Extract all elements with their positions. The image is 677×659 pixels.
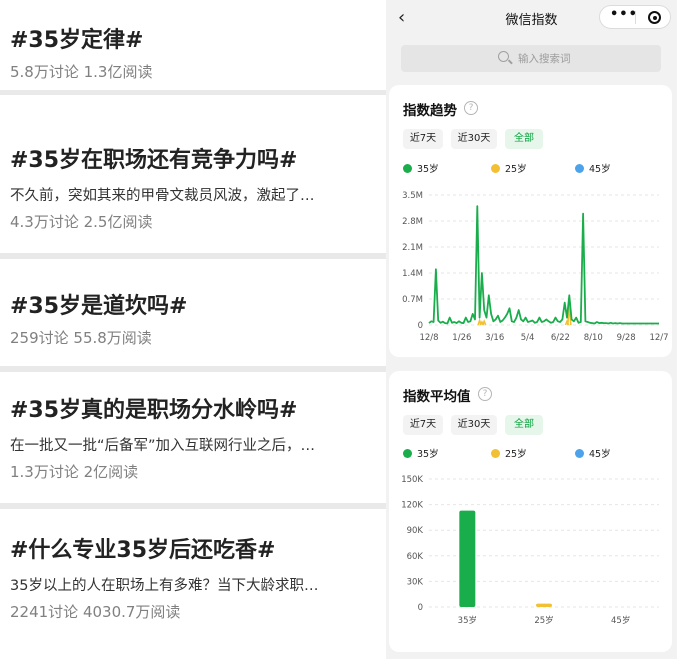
legend-dot-45 [575,449,584,458]
legend-label-45: 45岁 [589,164,611,175]
search-placeholder: 输入搜索词 [518,53,571,65]
y-tick-label: 0 [418,603,423,613]
legend-label-45: 45岁 [589,449,611,460]
series-line-25 [481,319,487,326]
x-tick-label: 25岁 [534,615,553,626]
tab-30-days[interactable]: 近30天 [451,415,497,435]
legend-label-35: 35岁 [417,164,439,175]
x-tick-label: 12/7 [649,333,668,343]
legend-dot-25 [491,449,500,458]
more-icon[interactable]: ••• [610,7,638,22]
nav-bar: ‹ 微信指数 ••• [386,0,677,36]
y-tick-label: 2.1M [402,243,423,253]
y-tick-label: 60K [407,552,424,562]
y-tick-label: 0 [418,321,423,331]
x-tick-label: 45岁 [611,615,630,626]
topic-item-1[interactable]: #35岁定律# 5.8万讨论 1.3亿阅读 [0,0,386,90]
mini-program-capsule: ••• [599,5,671,29]
topic-stats: 259讨论 55.8万阅读 [10,329,152,347]
topic-item-5[interactable]: #什么专业35岁后还吃香# 35岁以上的人在职场上有多难？当下大龄求职… 224… [0,509,386,659]
trend-card: 指数趋势 ? 近7天 近30天 全部 35岁 25岁 45岁 0 0.7M 1.4M… [389,85,672,357]
x-tick-label: 5/4 [521,333,535,343]
x-tick-label: 3/16 [485,333,504,343]
topic-list: #35岁定律# 5.8万讨论 1.3亿阅读 #35岁在职场还有竞争力吗# 不久前… [0,0,386,659]
legend-dot-45 [575,164,584,173]
y-tick-label: 150K [401,475,423,485]
topic-desc: 不久前，突如其来的甲骨文裁员风波，激起了… [10,188,315,204]
x-tick-label: 9/28 [617,333,636,343]
wechat-index-panel: ‹ 微信指数 ••• 输入搜索词 指数趋势 ? 近7天 近30天 全部 35岁 … [386,0,677,659]
tab-7-days[interactable]: 近7天 [403,129,443,149]
average-card: 指数平均值 ? 近7天 近30天 全部 35岁 25岁 45岁 0 30K 60K 9… [389,371,672,652]
legend-dot-25 [491,164,500,173]
card-title: 指数趋势 [403,103,457,119]
y-tick-label: 120K [401,501,423,511]
topic-stats: 1.3万讨论 2亿阅读 [10,463,139,481]
legend-label-25: 25岁 [505,449,527,460]
topic-title: #什么专业35岁后还吃香# [10,538,276,563]
y-tick-label: 2.8M [402,217,423,227]
x-tick-label: 1/26 [452,333,471,343]
search-bar[interactable]: 输入搜索词 [401,45,661,72]
topic-item-4[interactable]: #35岁真的是职场分水岭吗# 在一批又一批“后备军”加入互联网行业之后，… 1.… [0,372,386,503]
help-icon[interactable]: ? [464,101,478,115]
tab-30-days[interactable]: 近30天 [451,129,497,149]
y-tick-label: 3.5M [402,191,423,201]
y-tick-label: 30K [407,577,424,587]
close-icon[interactable] [648,11,661,24]
topic-item-2[interactable]: #35岁在职场还有竞争力吗# 不久前，突如其来的甲骨文裁员风波，激起了… 4.3… [0,95,386,253]
tab-all[interactable]: 全部 [505,129,543,149]
average-chart: 0 30K 60K 90K 120K 150K 35岁 25岁 45岁 [401,475,659,626]
legend-label-35: 35岁 [417,449,439,460]
topic-stats: 2241讨论 4030.7万阅读 [10,603,181,621]
topic-stats: 5.8万讨论 1.3亿阅读 [10,63,153,81]
topic-title: #35岁定律# [10,28,144,53]
legend-label-25: 25岁 [505,164,527,175]
legend-dot-35 [403,164,412,173]
topic-stats: 4.3万讨论 2.5亿阅读 [10,213,153,231]
topic-title: #35岁在职场还有竞争力吗# [10,148,298,173]
topic-title: #35岁是道坎吗# [10,294,188,319]
x-tick-label: 6/22 [551,333,570,343]
card-title: 指数平均值 [403,389,471,405]
x-tick-label: 35岁 [458,615,477,626]
topic-title: #35岁真的是职场分水岭吗# [10,398,298,423]
x-tick-label: 8/10 [584,333,603,343]
bar-1 [459,510,476,607]
y-tick-label: 90K [407,526,424,536]
search-icon [498,51,509,62]
help-icon[interactable]: ? [478,387,492,401]
x-tick-label: 12/8 [419,333,438,343]
y-tick-label: 1.4M [402,269,423,279]
bar-2 [536,603,552,607]
series-line-35 [428,205,659,325]
legend-dot-35 [403,449,412,458]
topic-desc: 35岁以上的人在职场上有多难？当下大龄求职… [10,578,319,594]
tab-7-days[interactable]: 近7天 [403,415,443,435]
topic-desc: 在一批又一批“后备军”加入互联网行业之后，… [10,438,316,454]
y-tick-label: 0.7M [402,295,423,305]
tab-all[interactable]: 全部 [505,415,543,435]
topic-item-3[interactable]: #35岁是道坎吗# 259讨论 55.8万阅读 [0,259,386,366]
trend-chart: 0 0.7M 1.4M 2.1M 2.8M 3.5M 12/8 1/26 3/16 5/4 6/22… [402,191,668,343]
capsule-divider [635,11,636,24]
